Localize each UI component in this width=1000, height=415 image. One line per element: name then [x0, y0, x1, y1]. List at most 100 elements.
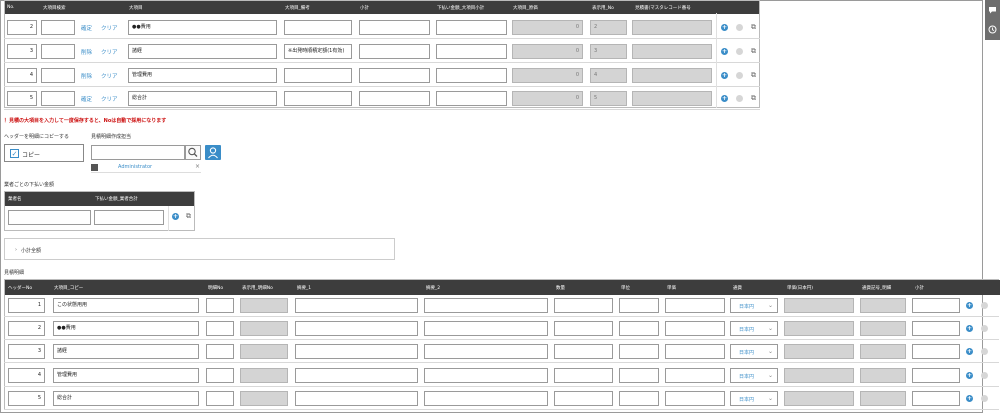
detail-row-qty-input[interactable] [554, 344, 613, 359]
detail-row-item-input[interactable]: 総合計 [53, 391, 199, 406]
top-row-memo-input[interactable]: ※出発時順積定額(1有効) [284, 44, 352, 59]
remove-row-icon[interactable] [736, 72, 743, 79]
top-row-no[interactable]: 5 [7, 91, 37, 106]
add-row-icon[interactable]: + [966, 348, 973, 355]
detail-row-qty-input[interactable] [554, 298, 613, 313]
subtotal-section[interactable]: › 小計全額 [4, 238, 395, 260]
detail-row-price-input[interactable] [665, 391, 725, 406]
top-row-sub-amount-input[interactable] [436, 68, 507, 83]
top-row-memo-input[interactable] [284, 20, 352, 35]
detail-row-currency-select[interactable]: 日本円 ⌄ [730, 344, 778, 359]
detail-row-item-input[interactable]: この状態用用 [53, 298, 199, 313]
remove-row-icon[interactable] [981, 348, 988, 355]
top-row-clear-link[interactable]: クリア [101, 72, 118, 80]
detail-row-unit-input[interactable] [619, 321, 659, 336]
top-row-memo-input[interactable] [284, 68, 352, 83]
detail-row-qty-input[interactable] [554, 321, 613, 336]
detail-row-unit-input[interactable] [619, 344, 659, 359]
detail-row-desc2-input[interactable] [424, 368, 548, 383]
add-row-icon[interactable]: + [721, 24, 728, 31]
copy-row-icon[interactable]: ⧉ [750, 95, 757, 102]
detail-row-currency-select[interactable]: 日本円 ⌄ [730, 321, 778, 336]
add-row-icon[interactable]: + [966, 302, 973, 309]
top-row-subtotal-input[interactable] [359, 20, 430, 35]
detail-row-currency-select[interactable]: 日本円 ⌄ [730, 391, 778, 406]
add-row-icon[interactable]: + [966, 325, 973, 332]
remove-row-icon[interactable] [736, 95, 743, 102]
vendor-total-input[interactable] [94, 210, 164, 225]
detail-row-qty-input[interactable] [554, 391, 613, 406]
top-row-no[interactable]: 4 [7, 68, 37, 83]
chat-icon[interactable] [988, 6, 997, 14]
top-row-item-input[interactable]: 総合計 [128, 91, 277, 106]
top-row-search-input[interactable] [41, 91, 75, 106]
top-row-clear-link[interactable]: クリア [101, 95, 118, 103]
add-row-icon[interactable]: + [172, 213, 179, 220]
top-row-search-input[interactable] [41, 44, 75, 59]
detail-row-price-input[interactable] [665, 368, 725, 383]
top-row-confirm-link[interactable]: 削除 [81, 72, 92, 80]
detail-row-line-no-input[interactable] [206, 298, 234, 313]
detail-row-item-input[interactable]: 管理費用 [53, 368, 199, 383]
top-row-subtotal-input[interactable] [359, 68, 430, 83]
detail-row-no[interactable]: 2 [8, 321, 45, 336]
add-row-icon[interactable]: + [966, 372, 973, 379]
detail-row-price-input[interactable] [665, 344, 725, 359]
top-row-search-input[interactable] [41, 68, 75, 83]
remove-row-icon[interactable] [981, 302, 988, 309]
top-row-item-input[interactable]: ●●費用 [128, 20, 277, 35]
top-row-clear-link[interactable]: クリア [101, 24, 118, 32]
detail-row-price-input[interactable] [665, 298, 725, 313]
top-row-clear-link[interactable]: クリア [101, 48, 118, 56]
top-row-confirm-link[interactable]: 確定 [81, 24, 92, 32]
copy-checkbox[interactable]: ✓ [10, 149, 19, 158]
detail-row-no[interactable]: 1 [8, 298, 45, 313]
detail-row-line-no-input[interactable] [206, 321, 234, 336]
top-row-search-input[interactable] [41, 20, 75, 35]
detail-row-desc1-input[interactable] [295, 391, 418, 406]
top-row-no[interactable]: 3 [7, 44, 37, 59]
history-icon[interactable] [988, 25, 997, 34]
detail-row-desc1-input[interactable] [295, 344, 418, 359]
add-row-icon[interactable]: + [721, 72, 728, 79]
top-row-sub-amount-input[interactable] [436, 44, 507, 59]
detail-row-unit-input[interactable] [619, 368, 659, 383]
detail-row-no[interactable]: 4 [8, 368, 45, 383]
top-row-sub-amount-input[interactable] [436, 91, 507, 106]
add-row-icon[interactable]: + [721, 48, 728, 55]
detail-row-price-input[interactable] [665, 321, 725, 336]
remove-row-icon[interactable] [981, 325, 988, 332]
top-row-subtotal-input[interactable] [359, 44, 430, 59]
top-row-confirm-link[interactable]: 確定 [81, 95, 92, 103]
copy-row-icon[interactable]: ⧉ [750, 48, 757, 55]
top-row-item-input[interactable]: 管理費用 [128, 68, 277, 83]
copy-row-icon[interactable]: ⧉ [750, 24, 757, 31]
detail-row-desc2-input[interactable] [424, 321, 548, 336]
top-row-confirm-link[interactable]: 削除 [81, 48, 92, 56]
detail-row-item-input[interactable]: 諸経 [53, 344, 199, 359]
remove-row-icon[interactable] [981, 395, 988, 402]
detail-row-unit-input[interactable] [619, 298, 659, 313]
add-row-icon[interactable]: + [966, 395, 973, 402]
user-picker-button[interactable] [205, 145, 221, 160]
top-row-no[interactable]: 2 [7, 20, 37, 35]
copy-row-icon[interactable]: ⧉ [185, 213, 192, 220]
remove-user-icon[interactable]: × [195, 163, 200, 170]
assignee-search-input[interactable] [91, 145, 185, 160]
remove-row-icon[interactable] [981, 372, 988, 379]
assignee-search-button[interactable] [185, 145, 201, 160]
add-row-icon[interactable]: + [721, 95, 728, 102]
top-row-subtotal-input[interactable] [359, 91, 430, 106]
detail-row-desc1-input[interactable] [295, 368, 418, 383]
detail-row-desc1-input[interactable] [295, 321, 418, 336]
top-row-item-input[interactable]: 諸経 [128, 44, 277, 59]
detail-row-line-no-input[interactable] [206, 391, 234, 406]
top-row-sub-amount-input[interactable] [436, 20, 507, 35]
detail-row-item-input[interactable]: ●●費用 [53, 321, 199, 336]
detail-row-no[interactable]: 5 [8, 391, 45, 406]
detail-row-desc2-input[interactable] [424, 344, 548, 359]
detail-row-line-no-input[interactable] [206, 368, 234, 383]
detail-row-desc2-input[interactable] [424, 391, 548, 406]
detail-row-desc1-input[interactable] [295, 298, 418, 313]
remove-row-icon[interactable] [736, 48, 743, 55]
